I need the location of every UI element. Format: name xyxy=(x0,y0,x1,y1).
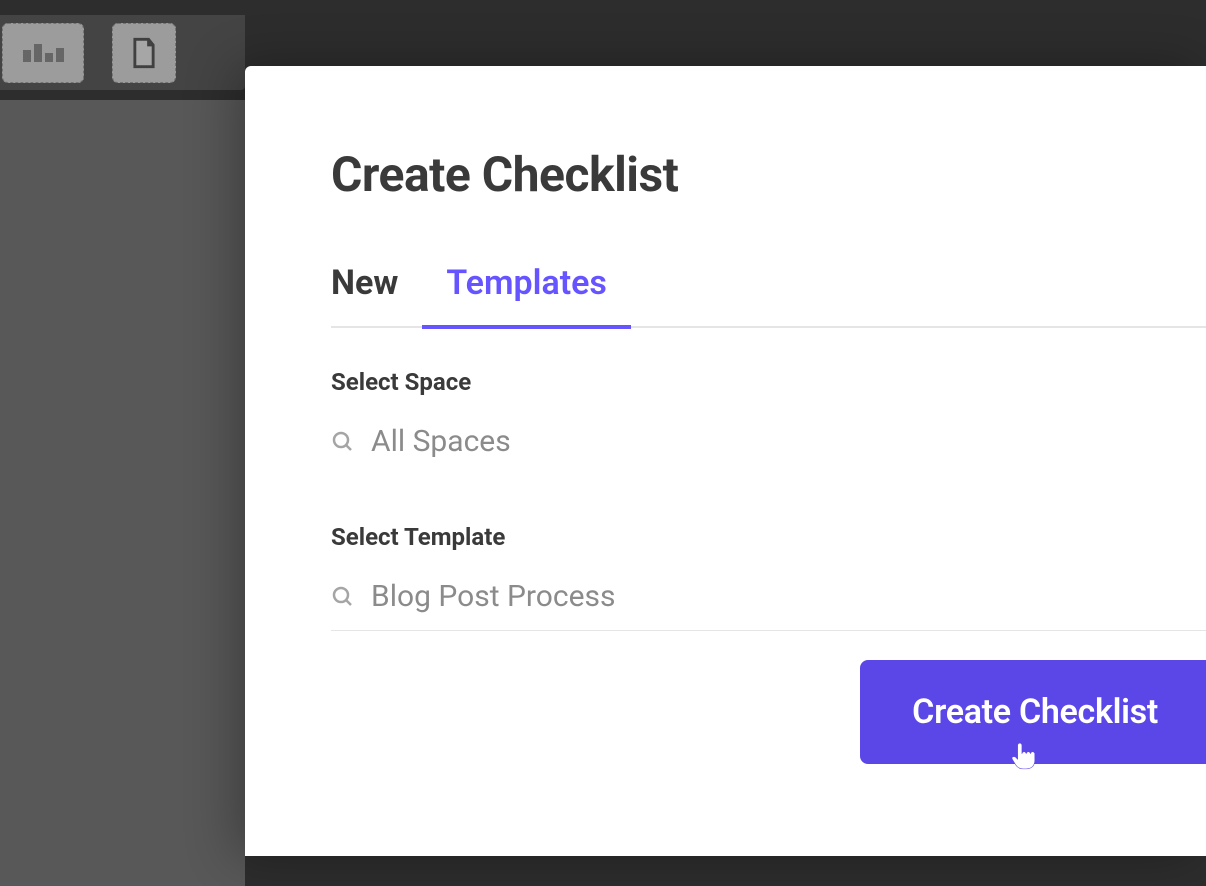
page-icon xyxy=(130,37,158,69)
search-icon xyxy=(331,585,355,609)
tab-templates[interactable]: Templates xyxy=(422,263,631,329)
create-checklist-button[interactable]: Create Checklist xyxy=(860,660,1206,764)
select-space-row[interactable] xyxy=(331,424,1206,475)
select-template-label: Select Template xyxy=(331,523,1206,551)
select-space-group: Select Space xyxy=(331,368,1206,475)
select-space-input[interactable] xyxy=(371,424,1206,459)
left-panel xyxy=(0,100,245,886)
modal-title: Create Checklist xyxy=(331,146,1206,203)
select-template-group: Select Template xyxy=(331,523,1206,631)
chart-icon xyxy=(23,44,64,62)
select-template-input[interactable] xyxy=(371,579,1206,614)
select-space-label: Select Space xyxy=(331,368,1206,396)
toolbar-page-button[interactable] xyxy=(112,23,176,83)
search-icon xyxy=(331,430,355,454)
tab-bar: New Templates xyxy=(331,263,1206,328)
tab-new[interactable]: New xyxy=(331,263,422,329)
select-template-row[interactable] xyxy=(331,579,1206,631)
toolbar-chart-button[interactable] xyxy=(2,23,84,83)
toolbar-region xyxy=(0,15,245,90)
create-checklist-modal: Create Checklist New Templates Select Sp… xyxy=(245,66,1206,856)
